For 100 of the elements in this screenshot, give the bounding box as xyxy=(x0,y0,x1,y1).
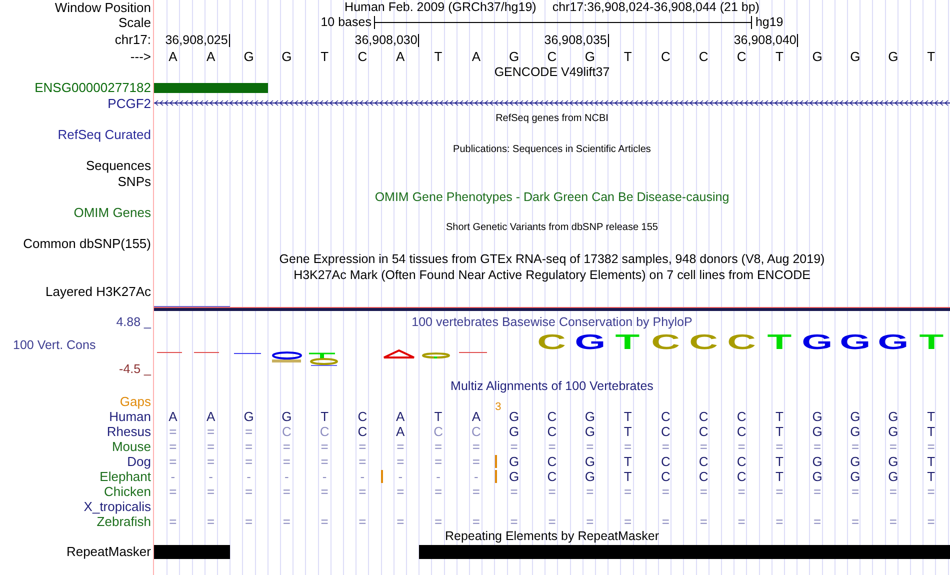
alignment-base: = xyxy=(244,455,253,468)
alignment-base: = xyxy=(624,515,632,528)
base-letter: A xyxy=(168,50,178,62)
alignment-base: - xyxy=(170,470,176,483)
alignment-base: C xyxy=(736,425,746,438)
logo-letter: G xyxy=(574,333,606,353)
alignment-base: C xyxy=(736,410,746,423)
alignment-base: = xyxy=(396,455,404,468)
alignment-base: A xyxy=(206,410,216,423)
track-title: Multiz Alignments of 100 Vertebrates xyxy=(450,380,654,392)
alignment-base: = xyxy=(434,485,442,498)
logo-letter: C xyxy=(538,333,566,353)
alignment-base: C xyxy=(434,425,443,438)
alignment-base: - xyxy=(360,470,365,483)
position-tick: 36,908,025 xyxy=(165,34,230,47)
alignment-base: = xyxy=(472,440,480,453)
alignment-base: G xyxy=(812,455,822,468)
alignment-base: C xyxy=(661,470,670,483)
track-label: ---> xyxy=(130,50,151,62)
alignment-base: = xyxy=(738,485,746,498)
track-label: Window Position xyxy=(54,1,151,14)
alignment-base: = xyxy=(434,515,442,528)
alignment-base: = xyxy=(889,515,897,528)
alignment-base: = xyxy=(851,440,860,453)
track-label: Sequences xyxy=(86,159,151,172)
alignment-base: = xyxy=(738,440,746,453)
base-letter: A xyxy=(206,50,216,62)
alignment-base: T xyxy=(927,410,936,423)
alignment-base: T xyxy=(927,455,936,468)
alignment-base: G xyxy=(812,410,822,423)
alignment-base: = xyxy=(510,440,518,453)
alignment-base: = xyxy=(776,515,784,528)
alignment-base: = xyxy=(548,515,556,528)
alignment-base: = xyxy=(548,440,556,453)
alignment-base: = xyxy=(548,485,556,498)
alignment-base: A xyxy=(396,425,405,438)
alignment-base: C xyxy=(547,410,557,423)
logo-letter: C xyxy=(689,333,718,353)
alignment-base: - xyxy=(208,470,214,483)
alignment-base: G xyxy=(888,425,898,438)
alignment-base: = xyxy=(282,485,290,498)
alignment-base: = xyxy=(624,485,632,498)
base-letter: G xyxy=(811,50,824,62)
alignment-base: = xyxy=(814,440,822,453)
alignment-base: G xyxy=(282,410,292,423)
alignment-base: = xyxy=(662,485,670,498)
alignment-base: - xyxy=(246,470,251,483)
track-label: Gaps xyxy=(120,395,151,408)
alignment-base: = xyxy=(207,425,215,438)
track-title: GENCODE V49lift37 xyxy=(494,66,610,78)
base-letter: C xyxy=(698,50,710,62)
alignment-base: G xyxy=(850,410,860,423)
logo-letter: G xyxy=(802,333,833,353)
track-title: Publications: Sequences in Scientific Articles xyxy=(453,145,651,155)
alignment-base: T xyxy=(927,425,936,438)
alignment-base: = xyxy=(207,485,215,498)
base-letter: A xyxy=(395,50,406,62)
track-title: Gene Expression in 54 tissues from GTEx RNA-seq of 17382 samples, 948 donors (V8, Aug 2019) xyxy=(279,253,825,266)
track-label: RepeatMasker xyxy=(66,545,151,558)
position-tick: 36,908,040 xyxy=(734,34,798,47)
alignment-base: = xyxy=(320,515,328,528)
alignment-base: - xyxy=(436,470,440,483)
alignment-base: C xyxy=(698,425,708,438)
logo-letter: T xyxy=(767,333,792,353)
alignment-base: = xyxy=(776,440,784,453)
alignment-base: C xyxy=(698,410,708,423)
track-label: X_tropicalis xyxy=(84,500,151,513)
alignment-base: = xyxy=(244,515,253,528)
alignment-base: G xyxy=(850,455,860,468)
alignment-base: T xyxy=(775,470,784,483)
alignment-base: C xyxy=(471,425,481,438)
base-letter: T xyxy=(774,50,784,62)
alignment-base: = xyxy=(169,515,177,528)
alignment-base: = xyxy=(738,515,746,528)
logo-letter: G xyxy=(840,333,871,353)
alignment-base: = xyxy=(472,515,480,528)
alignment-base: A xyxy=(472,410,481,423)
alignment-base: - xyxy=(322,470,327,483)
alignment-base: G xyxy=(509,410,520,423)
alignment-base: = xyxy=(358,455,366,468)
alignment-base: = xyxy=(889,485,897,498)
alignment-base: = xyxy=(434,455,442,468)
alignment-base: C xyxy=(358,425,368,438)
alignment-base: = xyxy=(169,455,177,468)
alignment-base: = xyxy=(510,485,518,498)
scale-assembly: hg19 xyxy=(755,16,784,29)
gap-count: 3 xyxy=(495,401,502,413)
alignment-base: = xyxy=(320,485,328,498)
alignment-base: = xyxy=(889,440,897,453)
alignment-base: = xyxy=(814,485,822,498)
alignment-base: G xyxy=(888,455,898,468)
alignment-base: = xyxy=(624,440,632,453)
position-text: chr17:36,908,024-36,908,044 (21 bp) xyxy=(552,1,760,14)
alignment-base: = xyxy=(700,440,708,453)
alignment-base: C xyxy=(736,470,746,483)
scale-label: 10 bases xyxy=(320,16,372,29)
alignment-base: = xyxy=(700,485,708,498)
alignment-base: = xyxy=(396,485,404,498)
alignment-base: T xyxy=(624,425,632,438)
alignment-base: = xyxy=(358,440,366,453)
